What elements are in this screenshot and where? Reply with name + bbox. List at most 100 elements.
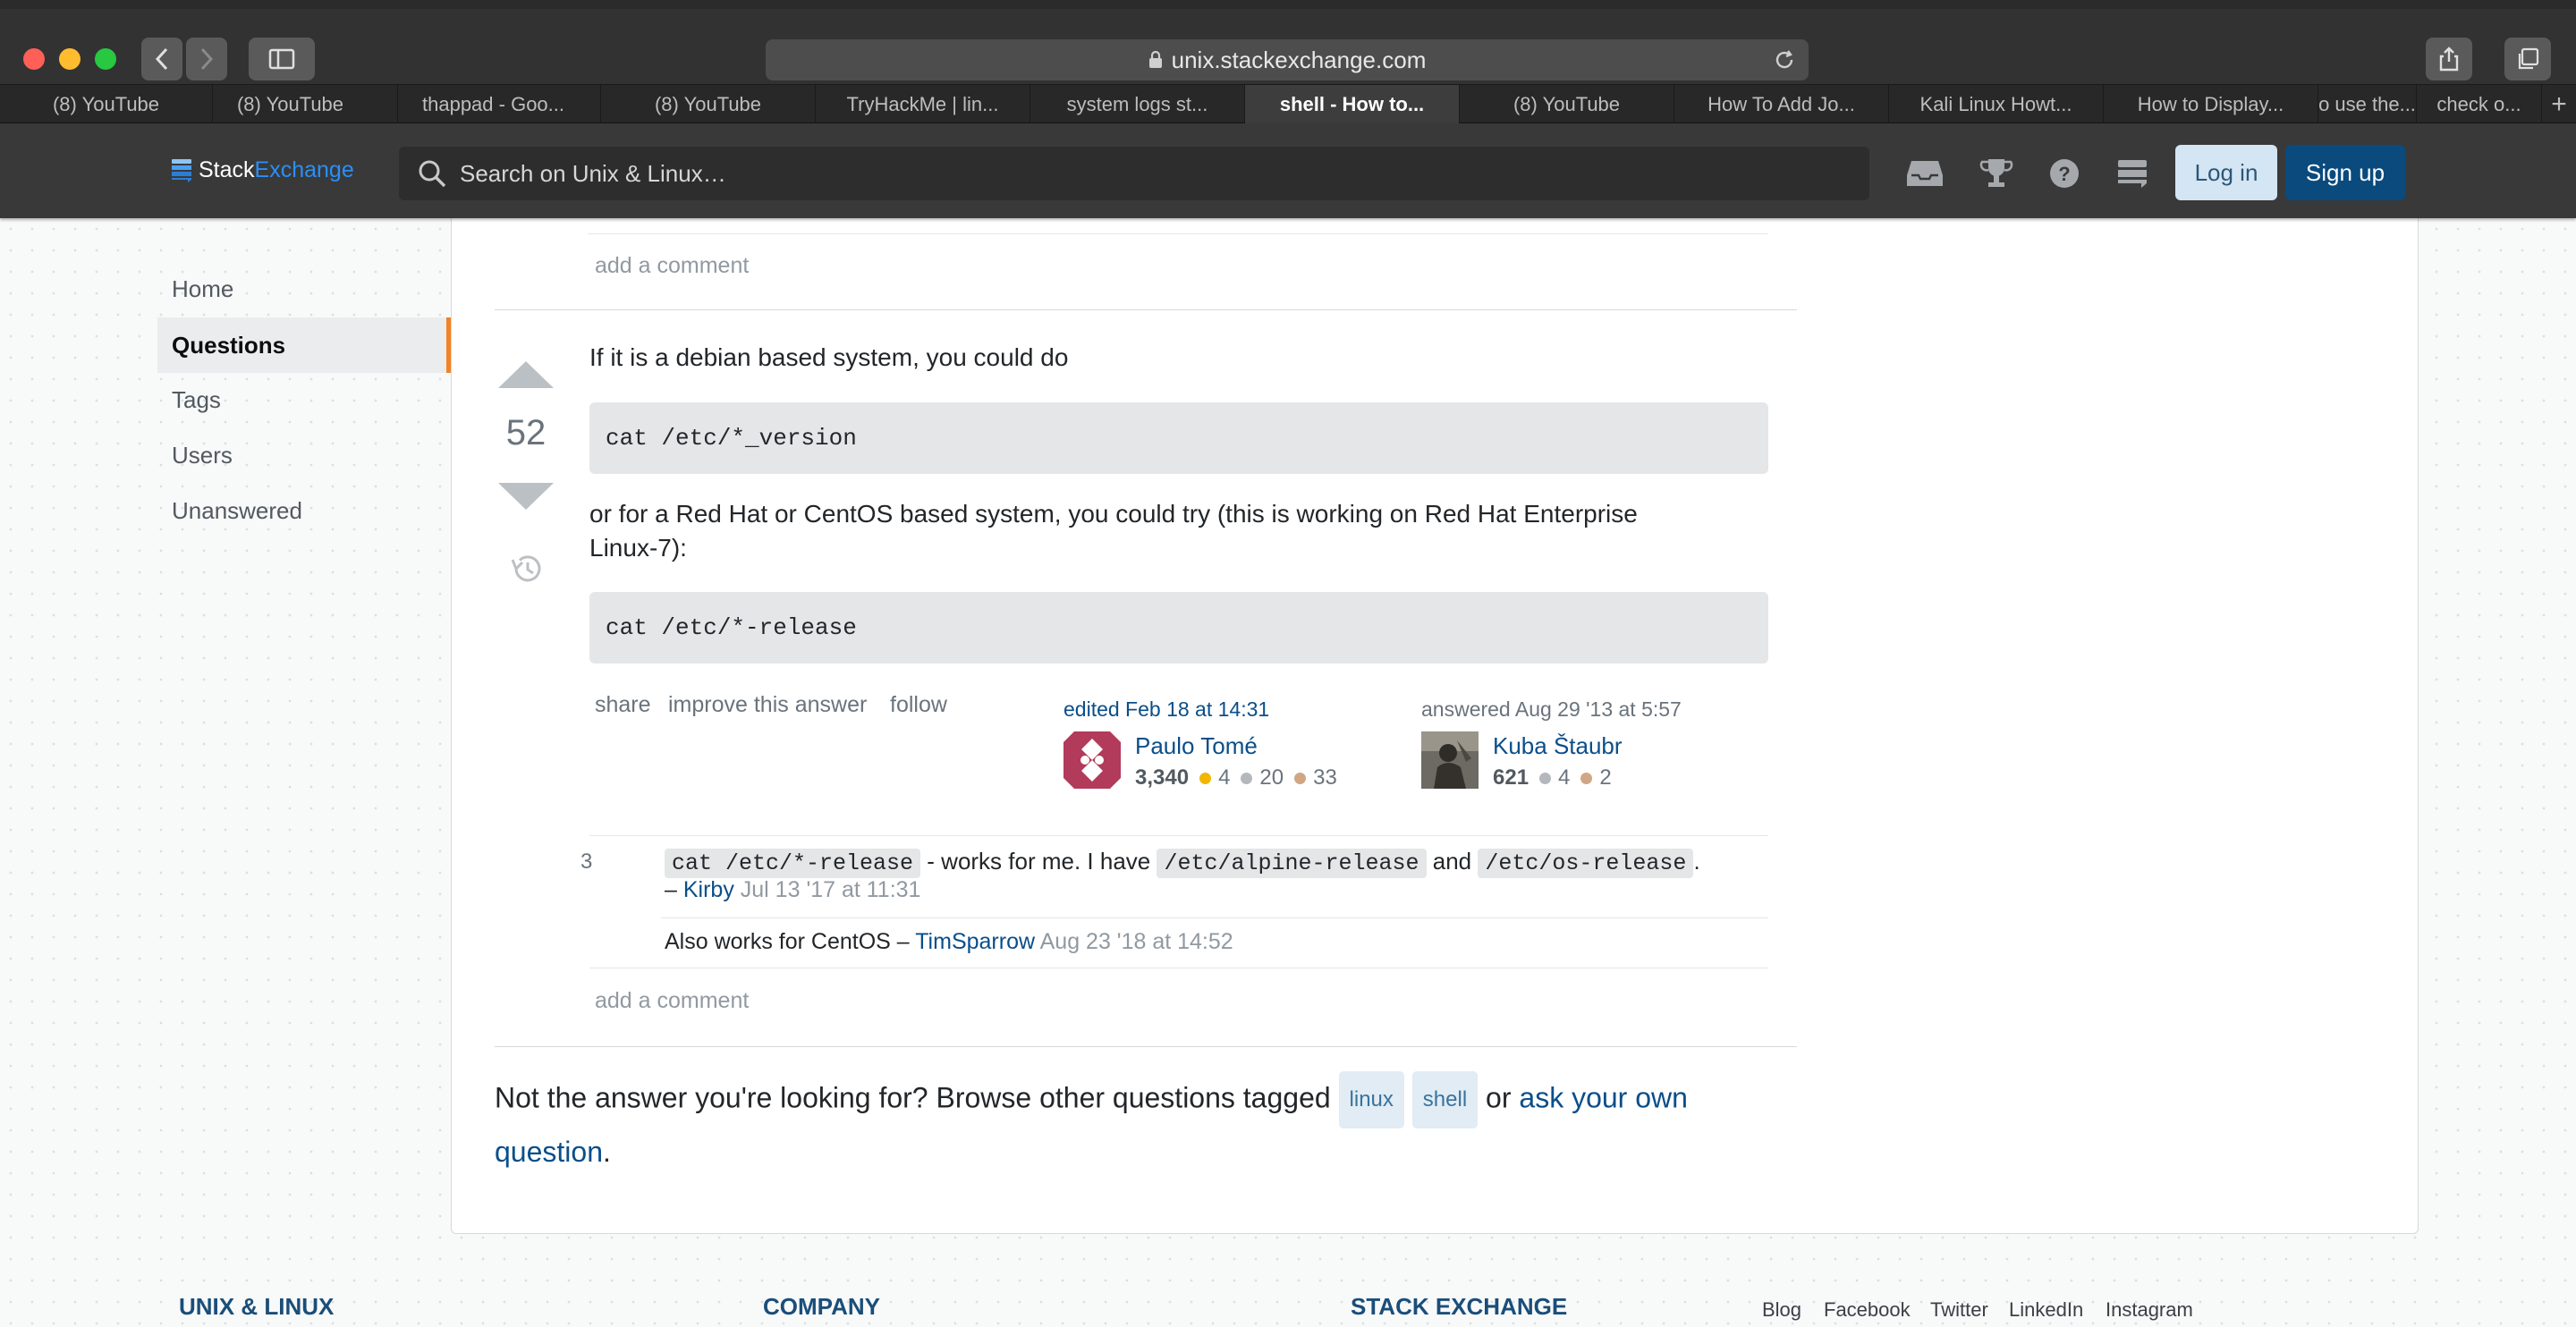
sidebar-item-unanswered[interactable]: Unanswered: [172, 497, 302, 525]
share-browser-button[interactable]: [2426, 38, 2472, 80]
comment-text: and: [1432, 848, 1472, 875]
browser-tab[interactable]: Kali Linux Howt...: [1889, 85, 2104, 123]
url-text: unix.stackexchange.com: [1171, 46, 1427, 73]
sidebar-toggle-button[interactable]: [249, 38, 315, 80]
comment-text: Also works for CentOS –: [665, 929, 910, 954]
site-switcher-button[interactable]: [2113, 154, 2152, 193]
tag-shell[interactable]: shell: [1411, 1071, 1479, 1128]
answer-separator: [495, 309, 1797, 310]
improve-answer-link[interactable]: improve this answer: [668, 692, 867, 718]
share-link[interactable]: share: [595, 692, 651, 718]
trophy-icon: [1979, 159, 2013, 187]
browser-tab[interactable]: o use the...: [2318, 85, 2417, 123]
downvote-arrow-icon: [498, 483, 554, 510]
footer-heading-site[interactable]: UNIX & LINUX: [179, 1293, 334, 1321]
browse-or-text: or: [1486, 1081, 1512, 1114]
answer-intro-text: If it is a debian based system, you coul…: [589, 343, 1069, 371]
add-comment-link[interactable]: add a comment: [595, 988, 749, 1014]
silver-badge-count: 20: [1259, 765, 1284, 790]
browse-other-questions: Not the answer you're looking for? Brows…: [495, 1071, 1809, 1175]
footer-link-twitter[interactable]: Twitter: [1930, 1298, 1988, 1322]
browser-tab-active[interactable]: shell - How to...: [1245, 85, 1460, 123]
site-search-input[interactable]: Search on Unix & Linux…: [399, 147, 1869, 200]
browser-tab[interactable]: (8) YouTube: [1460, 85, 1674, 123]
sidebar-item-home[interactable]: Home: [172, 275, 233, 303]
back-button[interactable]: [141, 38, 182, 80]
sidebar-item-users[interactable]: Users: [172, 442, 233, 469]
footer-link-blog[interactable]: Blog: [1762, 1298, 1801, 1322]
inbox-icon: [1907, 161, 1943, 186]
vote-count: 52: [505, 413, 547, 452]
author-avatar[interactable]: [1421, 731, 1479, 793]
comment-meta: – Kirby Jul 13 '17 at 11:31: [665, 877, 920, 903]
comment-date[interactable]: Jul 13 '17 at 11:31: [741, 877, 921, 902]
signup-button[interactable]: Sign up: [2285, 145, 2405, 200]
answer-separator: [495, 1046, 1797, 1047]
code-block: cat /etc/*_version: [589, 402, 1768, 474]
sidebar-item-tags[interactable]: Tags: [172, 386, 221, 414]
zoom-window-button[interactable]: [95, 48, 116, 70]
footer-heading-stackexchange[interactable]: STACK EXCHANGE: [1351, 1293, 1567, 1321]
tag-linux[interactable]: linux: [1338, 1071, 1404, 1128]
upvote-button[interactable]: [496, 359, 555, 394]
tab-overview-button[interactable]: [2504, 38, 2551, 80]
silver-badge-icon: [1539, 772, 1552, 784]
footer-link-instagram[interactable]: Instagram: [2106, 1298, 2193, 1322]
downvote-button[interactable]: [496, 481, 555, 516]
silver-badge-count: 4: [1558, 765, 1571, 790]
site-header: StackExchange Search on Unix & Linux… ? …: [0, 123, 2576, 218]
comment-date[interactable]: Aug 23 '18 at 14:52: [1040, 929, 1233, 954]
browser-tab[interactable]: How to Display...: [2104, 85, 2318, 123]
browser-tab[interactable]: check o...: [2417, 85, 2542, 123]
answer-body-line: or for a Red Hat or CentOS based system,…: [589, 500, 1638, 528]
follow-link[interactable]: follow: [890, 692, 947, 718]
address-bar[interactable]: unix.stackexchange.com: [766, 39, 1809, 80]
comment-score: 3: [580, 849, 593, 874]
login-button[interactable]: Log in: [2175, 145, 2277, 200]
footer-heading-company[interactable]: COMPANY: [763, 1293, 880, 1321]
minimize-window-button[interactable]: [59, 48, 80, 70]
editor-reputation: 3,340 4 20 33: [1135, 765, 1337, 790]
os-menubar: [0, 0, 2576, 9]
browser-tab[interactable]: system logs st...: [1030, 85, 1245, 123]
edited-timestamp[interactable]: edited Feb 18 at 14:31: [1063, 697, 1269, 722]
browser-tab[interactable]: thappad - Goo...: [386, 85, 601, 123]
footer-link-facebook[interactable]: Facebook: [1824, 1298, 1911, 1322]
history-icon: [511, 555, 541, 582]
answer-body-text: or for a Red Hat or CentOS based system,…: [589, 497, 1779, 565]
browser-tab[interactable]: TryHackMe | lin...: [816, 85, 1030, 123]
browse-text: Not the answer you're looking for? Brows…: [495, 1081, 1331, 1114]
help-button[interactable]: ?: [2045, 154, 2084, 193]
editor-name-link[interactable]: Paulo Tomé: [1135, 732, 1258, 760]
new-tab-button[interactable]: +: [2542, 85, 2576, 123]
bronze-badge-count: 33: [1313, 765, 1337, 790]
revision-history-button[interactable]: [509, 551, 545, 591]
stackexchange-logo[interactable]: StackExchange: [172, 157, 354, 183]
sidebar-item-questions[interactable]: Questions: [157, 317, 451, 373]
close-window-button[interactable]: [23, 48, 45, 70]
comment-user-link[interactable]: TimSparrow: [915, 929, 1035, 954]
inbox-button[interactable]: [1905, 154, 1945, 193]
answered-timestamp: answered Aug 29 '13 at 5:57: [1421, 697, 1682, 721]
identicon-avatar: [1063, 731, 1121, 789]
comment-user-link[interactable]: Kirby: [683, 877, 734, 902]
achievements-button[interactable]: [1977, 154, 2016, 193]
browser-tab[interactable]: (8) YouTube: [601, 85, 816, 123]
browser-tab[interactable]: How To Add Jo...: [1674, 85, 1889, 123]
footer-link-linkedin[interactable]: LinkedIn: [2009, 1298, 2083, 1322]
forward-button[interactable]: [186, 38, 227, 80]
author-name-link[interactable]: Kuba Štaubr: [1493, 732, 1623, 760]
answer-body-line: Linux-7):: [589, 534, 687, 562]
browser-tab[interactable]: (8) YouTube: [0, 85, 213, 123]
divider: [588, 233, 1768, 234]
browser-tab[interactable]: (8) YouTube: [183, 85, 398, 123]
browser-toolbar: unix.stackexchange.com: [0, 9, 2576, 84]
editor-avatar[interactable]: [1063, 731, 1121, 793]
lock-icon: [1148, 51, 1162, 68]
comment-inline-code: cat /etc/*-release: [665, 849, 921, 878]
chevron-right-icon: [200, 47, 214, 71]
ask-question-link[interactable]: ask your own: [1519, 1081, 1688, 1113]
add-comment-link[interactable]: add a comment: [595, 253, 749, 279]
svg-text:?: ?: [2058, 163, 2070, 185]
ask-question-link[interactable]: question: [495, 1136, 603, 1168]
